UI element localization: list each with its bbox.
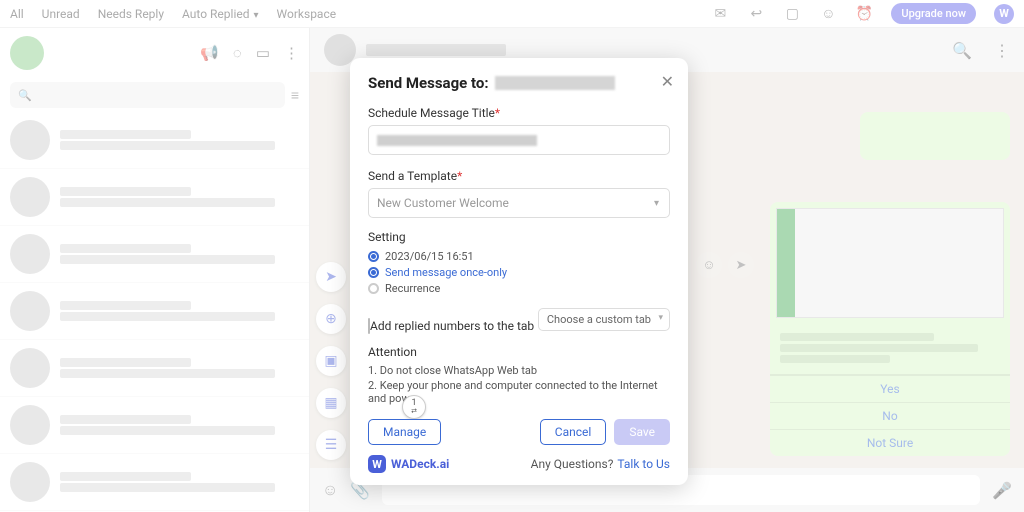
once-only-row[interactable]: Send message once-only <box>368 266 670 279</box>
send-message-modal: ✕ Send Message to: Schedule Message Titl… <box>350 58 688 485</box>
questions-text: Any Questions?Talk to Us <box>531 457 670 471</box>
schedule-title-label: Schedule Message Title <box>368 106 670 120</box>
step-pin: 1⇄ <box>402 395 426 419</box>
modal-title: Send Message to: <box>368 74 670 92</box>
close-icon[interactable]: ✕ <box>661 72 674 91</box>
talk-to-us-link[interactable]: Talk to Us <box>617 457 670 471</box>
recurrence-row[interactable]: Recurrence <box>368 282 670 295</box>
setting-title: Setting <box>368 230 670 244</box>
brand-logo: WWADeck.ai <box>368 455 449 473</box>
add-replied-checkbox[interactable]: Add replied numbers to the tab <box>368 319 534 333</box>
template-label: Send a Template <box>368 169 670 183</box>
manage-button[interactable]: Manage <box>368 419 441 445</box>
attention-title: Attention <box>368 345 670 359</box>
cancel-button[interactable]: Cancel <box>540 419 607 445</box>
custom-tab-select[interactable]: Choose a custom tab <box>538 308 670 331</box>
schedule-title-input[interactable] <box>368 125 670 155</box>
attention-item: 1. Do not close WhatsApp Web tab <box>368 364 670 377</box>
datetime-row[interactable]: 2023/06/15 16:51 <box>368 250 670 263</box>
save-button[interactable]: Save <box>614 419 670 445</box>
template-select[interactable]: New Customer Welcome <box>368 188 670 218</box>
